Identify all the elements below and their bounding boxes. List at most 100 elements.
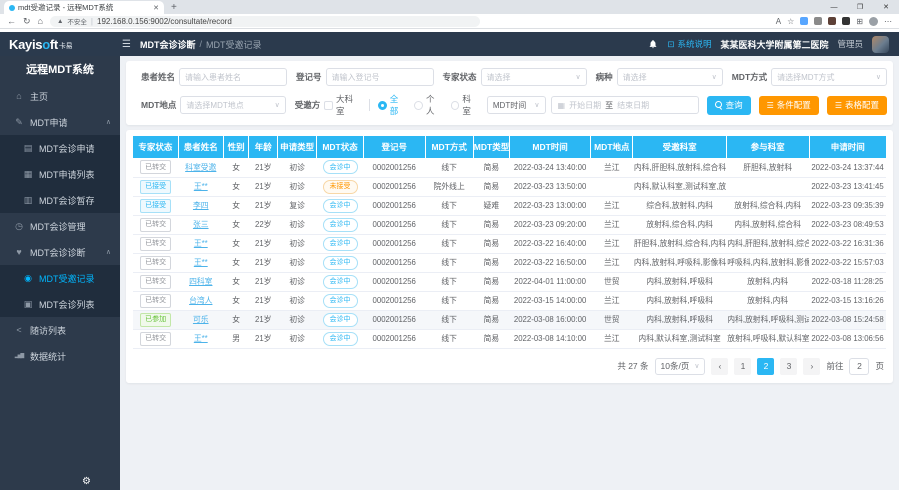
extension-icon[interactable] xyxy=(814,17,822,25)
user-avatar[interactable] xyxy=(872,36,889,53)
sidebar-item-mdt-draft[interactable]: ▥MDT会诊暂存 xyxy=(0,187,120,213)
sidebar-item-mdt-diagnosis[interactable]: ♥MDT会诊诊断∧ xyxy=(0,239,120,265)
breadcrumb-section[interactable]: MDT会诊诊断 xyxy=(140,38,196,51)
tab-close-icon[interactable]: ✕ xyxy=(153,4,159,12)
prev-page-button[interactable]: ‹ xyxy=(711,358,728,375)
sidebar-item-mdt-apply-list[interactable]: ▦MDT申请列表 xyxy=(0,161,120,187)
sidebar-item-followup[interactable]: <随访列表 xyxy=(0,317,120,343)
page-number-button[interactable]: 3 xyxy=(780,358,797,375)
list-icon: ▦ xyxy=(22,169,34,180)
table-row[interactable]: 已转交台湾人女21岁初诊会诊中0002001256线下简易2022-03-15 … xyxy=(133,291,886,310)
sidebar-item-home[interactable]: ⌂主页 xyxy=(0,83,120,109)
mdt-status-cell: 会诊中 xyxy=(317,196,364,215)
patient-name-link[interactable]: 王** xyxy=(194,334,208,343)
system-help-link[interactable]: ⊡系统说明 xyxy=(667,38,711,50)
table-row[interactable]: 已接受王**女21岁初诊未接受0002001256院外线上简易2022-03-2… xyxy=(133,177,886,196)
goto-page-input[interactable] xyxy=(849,358,869,375)
radio-personal[interactable] xyxy=(414,101,423,110)
invited-depts-cell: 内科,默认科室,测试科室 xyxy=(633,329,726,348)
sidebar-item-statistics[interactable]: ▂▅▇数据统计 xyxy=(0,343,120,369)
sidebar-item-mdt-consult-apply[interactable]: ▤MDT会诊申请 xyxy=(0,135,120,161)
back-button[interactable]: ← xyxy=(7,17,16,26)
home-button[interactable]: ⌂ xyxy=(38,17,43,26)
mdt-status-cell: 会诊中 xyxy=(317,253,364,272)
mdt-place-select[interactable]: 请选择MDT地点∨ xyxy=(180,96,285,114)
invited-depts-cell: 放射科,综合科,内科 xyxy=(633,215,726,234)
table-row[interactable]: 已参加可乐女21岁初诊会诊中0002001256线下简易2022-03-08 1… xyxy=(133,310,886,329)
sidebar-item-mdt-apply[interactable]: ✎MDT申请∧ xyxy=(0,109,120,135)
table-row[interactable]: 已转交张三女22岁初诊会诊中0002001256线下简易2022-03-23 0… xyxy=(133,215,886,234)
mdt-status-badge: 会诊中 xyxy=(323,237,358,251)
table-config-button[interactable]: ☰表格配置 xyxy=(827,96,887,115)
extension-icon[interactable] xyxy=(828,17,836,25)
age-cell: 21岁 xyxy=(249,234,278,253)
patient-name-link[interactable]: 王** xyxy=(194,258,208,267)
mdt-status-badge: 会诊中 xyxy=(323,313,358,327)
disease-select[interactable]: 请选择∨ xyxy=(617,68,723,86)
mdt-type-cell: 简易 xyxy=(473,158,509,177)
patient-name-link[interactable]: 张三 xyxy=(193,220,209,229)
patient-name-link[interactable]: 科室受邀 xyxy=(185,163,216,172)
sidebar-collapse-icon[interactable]: ☰ xyxy=(122,39,131,50)
mdt-mode-select[interactable]: 请选择MDT方式∨ xyxy=(771,68,887,86)
column-header: 登记号 xyxy=(363,136,425,158)
register-no-input[interactable] xyxy=(326,68,434,86)
maximize-button[interactable]: ❐ xyxy=(847,0,873,14)
text-size-button[interactable]: A xyxy=(776,17,781,26)
table-row[interactable]: 已接受李四女21岁复诊会诊中0002001256线下疑难2022-03-23 1… xyxy=(133,196,886,215)
minimize-button[interactable]: — xyxy=(821,0,847,14)
more-menu-button[interactable]: ⋯ xyxy=(884,17,892,26)
table-row[interactable]: 已转交科室受邀女21岁初诊会诊中0002001256线下简易2022-03-24… xyxy=(133,158,886,177)
page-size-select[interactable]: 10条/页∨ xyxy=(655,358,706,375)
search-button[interactable]: 查询 xyxy=(707,96,751,115)
chevron-down-icon: ∨ xyxy=(712,73,717,81)
patient-name-link[interactable]: 可乐 xyxy=(193,315,209,324)
register-no-cell: 0002001256 xyxy=(363,158,425,177)
extension-icon[interactable] xyxy=(800,17,808,25)
next-page-button[interactable]: › xyxy=(803,358,820,375)
age-cell: 21岁 xyxy=(249,158,278,177)
mdt-time-cell: 2022-03-23 13:00:00 xyxy=(509,196,590,215)
bar-chart-icon: ▂▅▇ xyxy=(13,353,25,359)
close-button[interactable]: ✕ xyxy=(873,0,899,14)
sidebar-item-mdt-manage[interactable]: ◷MDT会诊管理 xyxy=(0,213,120,239)
chevron-down-icon: ∨ xyxy=(534,101,539,109)
sidebar-item-mdt-invite-record[interactable]: ◉MDT受邀记录 xyxy=(0,265,120,291)
new-tab-button[interactable]: + xyxy=(171,2,177,14)
radio-dept[interactable] xyxy=(451,101,460,110)
big-dept-checkbox-label: 大科室 xyxy=(336,93,361,117)
table-row[interactable]: 已转交王**男21岁初诊会诊中0002001256线下简易2022-03-08 … xyxy=(133,329,886,348)
patient-name-link[interactable]: 王** xyxy=(194,182,208,191)
browser-tab[interactable]: mdt受邀记录 - 远程MDT系统 ✕ xyxy=(4,1,164,14)
notification-bell-icon[interactable] xyxy=(648,39,658,49)
table-row[interactable]: 已转交王**女21岁初诊会诊中0002001256线下简易2022-03-22 … xyxy=(133,253,886,272)
big-dept-checkbox[interactable] xyxy=(324,101,333,110)
table-row[interactable]: 已转交王**女21岁初诊会诊中0002001256线下简易2022-03-22 … xyxy=(133,234,886,253)
mdt-place-cell: 世贸 xyxy=(591,272,633,291)
date-range-picker[interactable]: ▦ 开始日期 至 结束日期 xyxy=(551,96,699,114)
patient-name-link[interactable]: 四科室 xyxy=(189,277,212,286)
condition-config-button[interactable]: ☰条件配置 xyxy=(759,96,819,115)
browser-profile-avatar[interactable] xyxy=(869,17,878,26)
expert-status-badge: 已转交 xyxy=(140,256,171,270)
favorite-star-icon[interactable]: ☆ xyxy=(787,17,794,26)
radio-all[interactable] xyxy=(378,101,387,110)
page-number-button[interactable]: 2 xyxy=(757,358,774,375)
extension-icon[interactable] xyxy=(842,17,850,25)
expert-status-select[interactable]: 请选择∨ xyxy=(481,68,587,86)
address-bar[interactable]: ▲ 不安全 | 192.168.0.156:9002/consultate/re… xyxy=(50,16,480,27)
patient-name-link[interactable]: 台湾人 xyxy=(189,296,212,305)
page-number-button[interactable]: 1 xyxy=(734,358,751,375)
table-row[interactable]: 已转交四科室女21岁初诊会诊中0002001256线下简易2022-04-01 … xyxy=(133,272,886,291)
gear-icon[interactable]: ⚙ xyxy=(82,476,91,487)
patient-name-link[interactable]: 王** xyxy=(194,239,208,248)
refresh-button[interactable]: ↻ xyxy=(23,17,31,26)
split-screen-button[interactable]: ⊞ xyxy=(856,17,863,26)
column-header: 申请时间 xyxy=(809,136,886,158)
patient-name-link[interactable]: 李四 xyxy=(193,201,209,210)
patient-name-input[interactable] xyxy=(179,68,287,86)
chevron-up-icon: ∧ xyxy=(106,118,111,126)
sidebar-item-mdt-consult-list[interactable]: ▣MDT会诊列表 xyxy=(0,291,120,317)
time-type-select[interactable]: MDT时间∨ xyxy=(487,96,546,114)
config-icon: ☰ xyxy=(835,101,842,110)
